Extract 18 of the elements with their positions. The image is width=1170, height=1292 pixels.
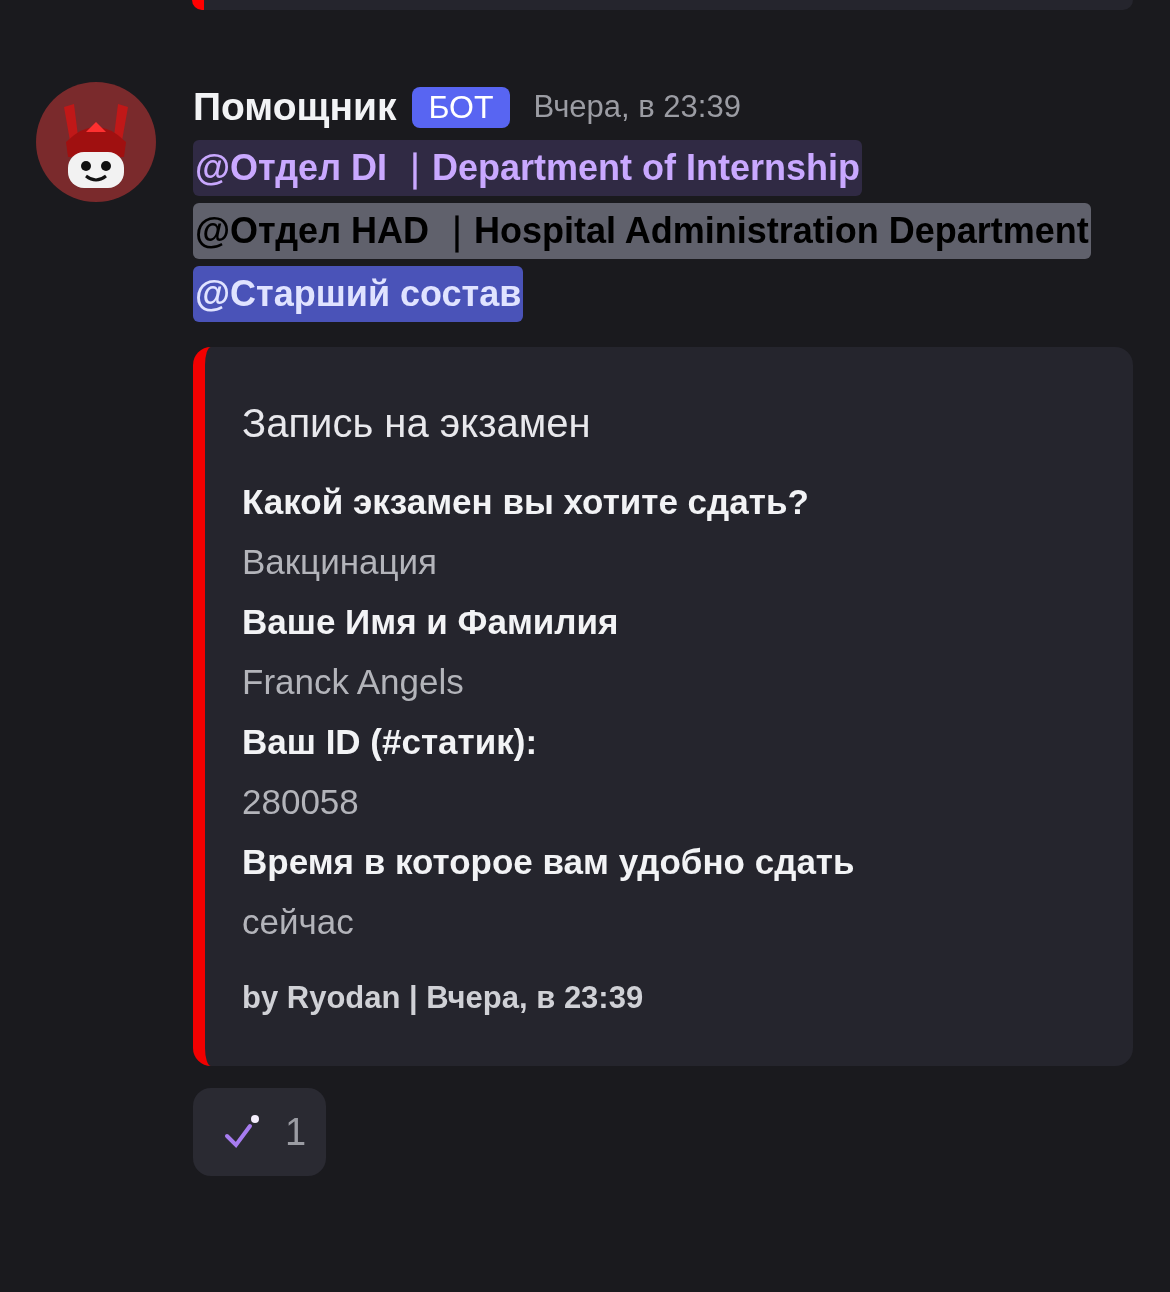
field-value: 280058 [242, 781, 360, 823]
embed-footer: by Ryodan | Вчера, в 23:39 [242, 980, 1093, 1016]
reaction-button[interactable]: 1 [193, 1088, 327, 1176]
field-name: Время в которое вам удобно сдать [242, 841, 856, 883]
role-mention[interactable]: @Отдел DI ｜Department of Internship [193, 140, 863, 196]
field-value: Franck Angels [242, 661, 465, 703]
field-name: Ваш ID (#статик): [242, 721, 539, 763]
avatar-icon[interactable] [36, 82, 156, 202]
role-mention[interactable]: @Старший состав [193, 266, 524, 322]
field-name: Какой экзамен вы хотите сдать? [242, 481, 810, 523]
bot-badge: БОТ [412, 86, 510, 128]
field-value: сейчас [242, 901, 355, 943]
field-value: Вакцинация [242, 541, 439, 583]
author-name[interactable]: Помощник [193, 85, 397, 129]
role-mention[interactable]: @Отдел HAD ｜Hospital Administration Department [193, 203, 1091, 259]
field-name: Ваше Имя и Фамилия [242, 601, 620, 643]
timestamp: Вчера, в 23:39 [533, 89, 741, 125]
embed-title: Запись на экзамен [242, 401, 592, 446]
